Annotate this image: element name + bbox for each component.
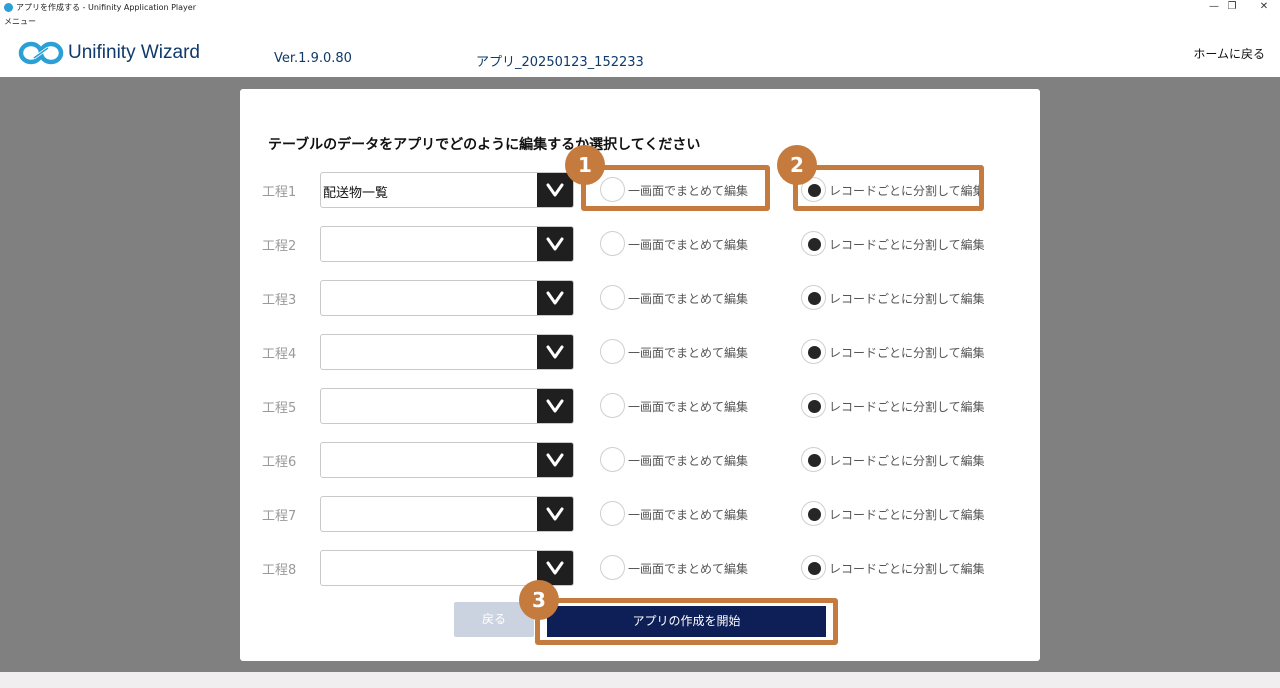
- table-select[interactable]: [320, 388, 574, 424]
- step-row: 工程2 一画面でまとめて編集 レコードごとに分割して編集: [240, 225, 1040, 263]
- app-icon: [4, 3, 13, 12]
- radio-label: 一画面でまとめて編集: [628, 400, 749, 414]
- step-label: 工程2: [262, 239, 297, 254]
- radio-label: 一画面でまとめて編集: [628, 292, 749, 306]
- chevron-down-icon[interactable]: [537, 335, 573, 369]
- radio-circle: [801, 339, 826, 364]
- edit-mode-dialog: テーブルのデータをアプリでどのように編集するか選択してください 工程1 配送物一覧…: [240, 89, 1040, 661]
- table-select-value: 配送物一覧: [323, 186, 389, 201]
- radio-circle: [600, 447, 625, 472]
- step-label: 工程5: [262, 401, 297, 416]
- radio-circle: [801, 447, 826, 472]
- chevron-down-icon[interactable]: [537, 227, 573, 261]
- table-select[interactable]: [320, 280, 574, 316]
- logo-text: Unifinity Wizard: [68, 42, 200, 63]
- callout-box-1: [581, 165, 770, 211]
- callout-box-2: [793, 165, 984, 211]
- step-row: 工程5 一画面でまとめて編集 レコードごとに分割して編集: [240, 387, 1040, 425]
- radio-label: 一画面でまとめて編集: [628, 454, 749, 468]
- step-row: 工程4 一画面でまとめて編集 レコードごとに分割して編集: [240, 333, 1040, 371]
- table-select[interactable]: [320, 226, 574, 262]
- radio-circle: [600, 501, 625, 526]
- radio-circle: [801, 501, 826, 526]
- version-label: Ver.1.9.0.80: [274, 51, 352, 66]
- step-label: 工程4: [262, 347, 297, 362]
- table-select[interactable]: [320, 442, 574, 478]
- chevron-down-icon[interactable]: [537, 173, 573, 207]
- menu-item-menu[interactable]: メニュー: [4, 16, 36, 27]
- table-select[interactable]: [320, 334, 574, 370]
- radio-label: レコードごとに分割して編集: [829, 562, 985, 576]
- step-label: 工程8: [262, 563, 297, 578]
- radio-label: 一画面でまとめて編集: [628, 238, 749, 252]
- close-button[interactable]: ✕: [1246, 0, 1280, 15]
- radio-label: レコードごとに分割して編集: [829, 292, 985, 306]
- unifinity-logo-icon: [18, 41, 64, 65]
- app-header: Unifinity Wizard Ver.1.9.0.80 アプリ_202501…: [0, 28, 1280, 77]
- step-row: 工程3 一画面でまとめて編集 レコードごとに分割して編集: [240, 279, 1040, 317]
- radio-label: レコードごとに分割して編集: [829, 508, 985, 522]
- radio-selected-dot: [808, 454, 821, 467]
- callout-number-2: 2: [777, 145, 817, 185]
- radio-circle: [600, 285, 625, 310]
- step-label: 工程6: [262, 455, 297, 470]
- radio-label: 一画面でまとめて編集: [628, 562, 749, 576]
- step-row: 工程6 一画面でまとめて編集 レコードごとに分割して編集: [240, 441, 1040, 479]
- radio-circle: [600, 231, 625, 256]
- window-title-bar: アプリを作成する - Unifinity Application Player …: [0, 0, 1280, 15]
- table-select[interactable]: 配送物一覧: [320, 172, 574, 208]
- radio-circle: [600, 555, 625, 580]
- radio-selected-dot: [808, 346, 821, 359]
- restore-button[interactable]: ❐: [1214, 0, 1250, 15]
- radio-label: レコードごとに分割して編集: [829, 400, 985, 414]
- radio-circle: [801, 555, 826, 580]
- chevron-down-icon[interactable]: [537, 443, 573, 477]
- radio-circle: [600, 393, 625, 418]
- radio-selected-dot: [808, 508, 821, 521]
- radio-label: レコードごとに分割して編集: [829, 238, 985, 252]
- table-select[interactable]: [320, 496, 574, 532]
- status-strip: [0, 672, 1280, 688]
- radio-label: 一画面でまとめて編集: [628, 346, 749, 360]
- step-row: 工程8 一画面でまとめて編集 レコードごとに分割して編集: [240, 549, 1040, 587]
- radio-label: 一画面でまとめて編集: [628, 508, 749, 522]
- radio-selected-dot: [808, 292, 821, 305]
- step-row: 工程7 一画面でまとめて編集 レコードごとに分割して編集: [240, 495, 1040, 533]
- home-link[interactable]: ホームに戻る: [1193, 45, 1265, 62]
- radio-circle: [600, 339, 625, 364]
- app-name-label: アプリ_20250123_152233: [476, 55, 644, 70]
- radio-circle: [801, 231, 826, 256]
- callout-number-1: 1: [565, 145, 605, 185]
- menu-bar: メニュー: [0, 15, 1280, 28]
- dialog-question: テーブルのデータをアプリでどのように編集するか選択してください: [268, 137, 701, 153]
- step-label: 工程7: [262, 509, 297, 524]
- radio-label: レコードごとに分割して編集: [829, 454, 985, 468]
- radio-circle: [801, 393, 826, 418]
- radio-selected-dot: [808, 562, 821, 575]
- step-label: 工程1: [262, 185, 297, 200]
- radio-circle: [801, 285, 826, 310]
- radio-selected-dot: [808, 400, 821, 413]
- chevron-down-icon[interactable]: [537, 389, 573, 423]
- radio-selected-dot: [808, 238, 821, 251]
- window-title: アプリを作成する - Unifinity Application Player: [16, 3, 197, 12]
- chevron-down-icon[interactable]: [537, 281, 573, 315]
- start-create-app-button[interactable]: アプリの作成を開始: [547, 606, 826, 637]
- callout-number-3: 3: [519, 580, 559, 620]
- radio-label: レコードごとに分割して編集: [829, 346, 985, 360]
- step-label: 工程3: [262, 293, 297, 308]
- chevron-down-icon[interactable]: [537, 497, 573, 531]
